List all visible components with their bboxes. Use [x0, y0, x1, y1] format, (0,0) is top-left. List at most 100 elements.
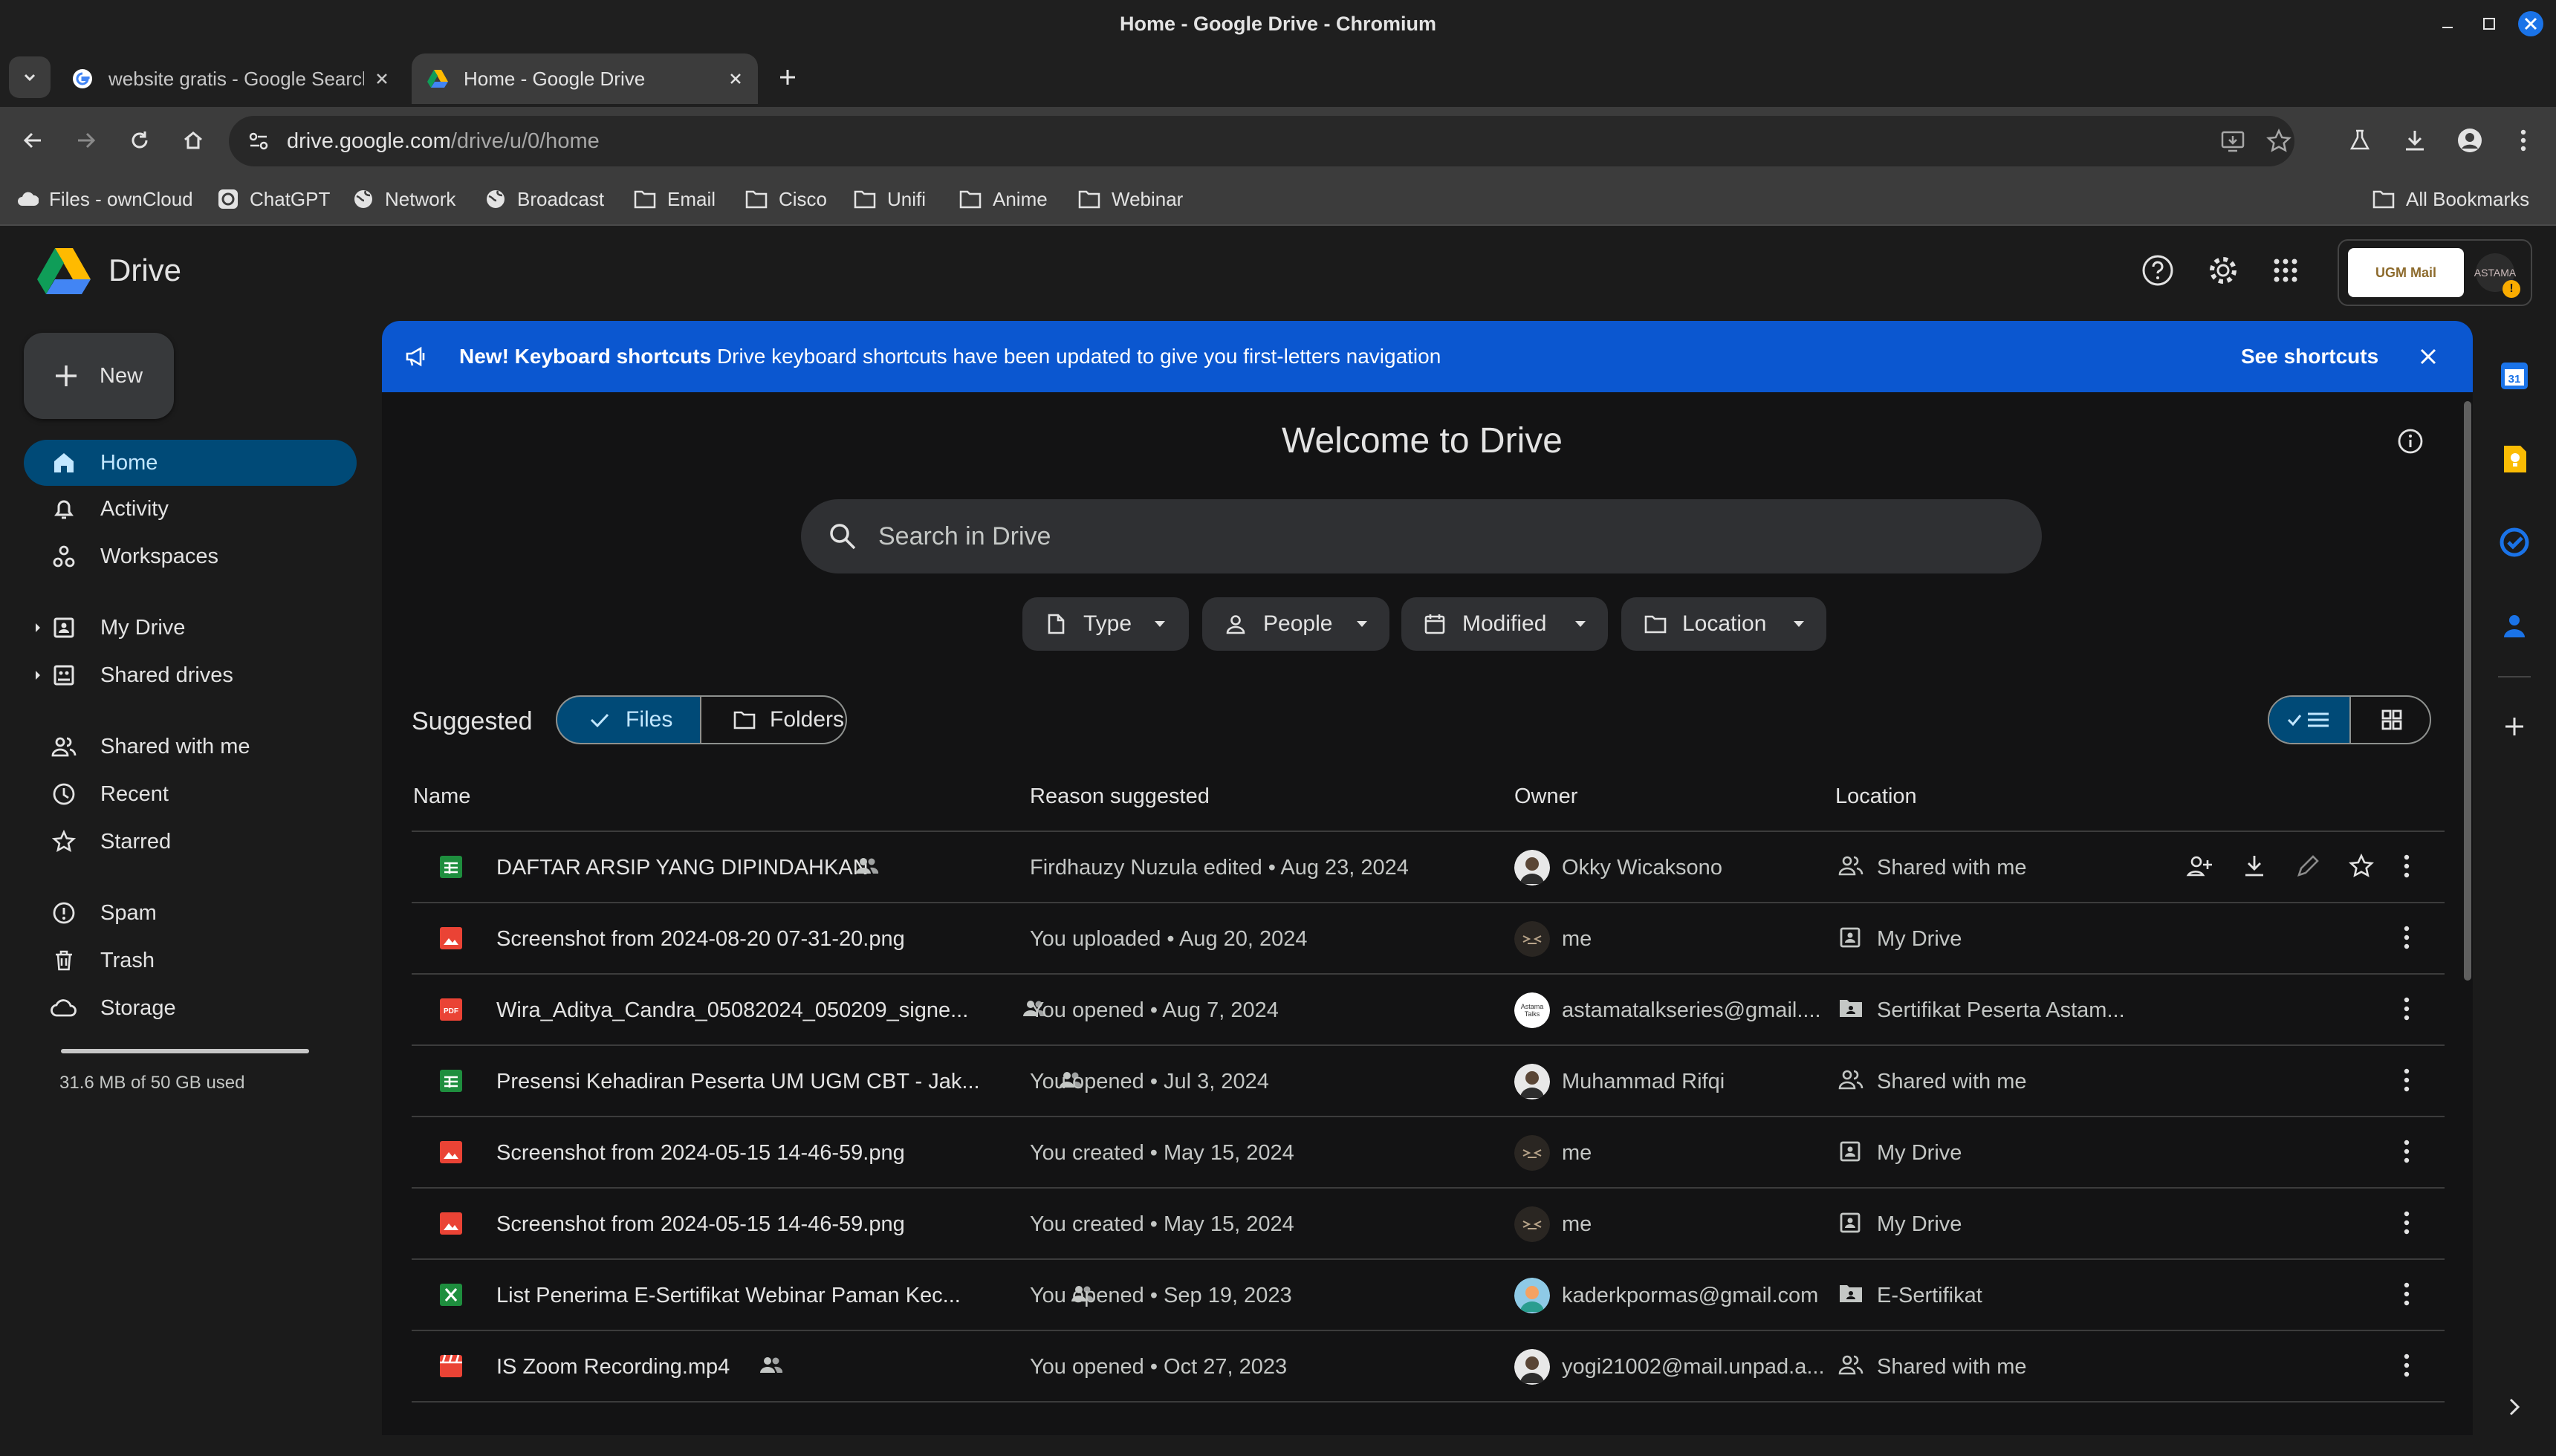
list-view-button[interactable]	[2269, 697, 2351, 743]
table-row[interactable]: IS Zoom Recording.mp4 You opened • Oct 27…	[412, 1331, 2445, 1403]
table-row[interactable]: DAFTAR ARSIP YANG DIPINDAHKAN Firdhauzy N…	[412, 832, 2445, 903]
filter-location[interactable]: Location	[1621, 597, 1826, 651]
drive-logo[interactable]: Drive	[37, 247, 181, 294]
bookmark-folder-unifi[interactable]: Unifi	[853, 183, 926, 215]
scrollbar[interactable]	[2464, 401, 2471, 981]
sidebar-item-spam[interactable]: Spam	[24, 890, 357, 936]
close-tab-icon[interactable]	[728, 71, 743, 86]
more-options-icon[interactable]	[2403, 1352, 2410, 1379]
download-icon[interactable]	[2241, 853, 2268, 880]
bookmark-folder-webinar[interactable]: Webinar	[1077, 183, 1183, 215]
file-location[interactable]: My Drive	[1877, 1141, 1962, 1166]
sidebar-item-workspaces[interactable]: Workspaces	[24, 533, 357, 579]
file-location[interactable]: Shared with me	[1877, 856, 2027, 880]
sidebar-item-storage[interactable]: Storage	[24, 985, 357, 1031]
rename-icon[interactable]	[2294, 853, 2321, 880]
more-options-icon[interactable]	[2403, 853, 2410, 880]
expand-caret-icon[interactable]	[34, 623, 42, 633]
file-location[interactable]: E-Sertifikat	[1877, 1284, 1982, 1308]
forward-icon[interactable]	[65, 120, 107, 161]
maximize-icon[interactable]	[2468, 3, 2510, 45]
file-location[interactable]: Sertifikat Peserta Astam...	[1877, 998, 2125, 1023]
table-row[interactable]: Screenshot from 2024-05-15 14-46-59.png Y…	[412, 1189, 2445, 1260]
sidebar-item-activity[interactable]: Activity	[24, 486, 357, 532]
sidebar-item-recent[interactable]: Recent	[24, 771, 357, 817]
grid-view-button[interactable]	[2351, 697, 2430, 743]
segment-files[interactable]: Files	[556, 695, 701, 744]
file-location[interactable]: Shared with me	[1877, 1355, 2027, 1379]
expand-caret-icon[interactable]	[34, 670, 42, 680]
file-location[interactable]: Shared with me	[1877, 1070, 2027, 1094]
tasks-app-icon[interactable]	[2498, 526, 2531, 559]
more-options-icon[interactable]	[2403, 1209, 2410, 1236]
bookmark-network[interactable]: Network	[352, 183, 455, 215]
bookmark-folder-cisco[interactable]: Cisco	[745, 183, 827, 215]
tab-google-drive[interactable]: Home - Google Drive	[412, 53, 758, 104]
more-options-icon[interactable]	[2403, 1281, 2410, 1307]
contacts-app-icon[interactable]	[2498, 609, 2531, 642]
warning-badge: !	[2503, 280, 2520, 298]
filter-modified[interactable]: Modified	[1401, 597, 1608, 651]
close-window-icon[interactable]	[2510, 3, 2552, 45]
bookmark-star-icon[interactable]	[2266, 129, 2291, 154]
keep-app-icon[interactable]	[2498, 443, 2531, 475]
close-tab-icon[interactable]	[374, 71, 389, 86]
file-location[interactable]: My Drive	[1877, 927, 1962, 952]
get-addons-icon[interactable]	[2498, 710, 2531, 743]
sidebar-item-shared-with-me[interactable]: Shared with me	[24, 724, 357, 770]
labs-icon[interactable]	[2339, 120, 2381, 161]
settings-gear-icon[interactable]	[2201, 248, 2245, 293]
bookmark-chatgpt[interactable]: ChatGPT	[217, 183, 330, 215]
new-tab-icon[interactable]	[767, 56, 808, 98]
segment-folders[interactable]: Folders	[701, 695, 847, 744]
sidebar-item-trash[interactable]: Trash	[24, 937, 357, 984]
table-row[interactable]: PDF Wira_Aditya_Candra_05082024_050209_si…	[412, 975, 2445, 1046]
bookmark-folder-anime[interactable]: Anime	[958, 183, 1048, 215]
bookmark-owncloud[interactable]: Files - ownCloud	[16, 183, 193, 215]
tab-search-icon[interactable]	[9, 56, 51, 98]
minimize-icon[interactable]	[2427, 3, 2468, 45]
shared-people-icon	[856, 858, 879, 874]
search-input[interactable]: Search in Drive	[801, 499, 2042, 573]
table-row[interactable]: Presensi Kehadiran Peserta UM UGM CBT - …	[412, 1046, 2445, 1117]
filter-type[interactable]: Type	[1022, 597, 1189, 651]
new-button[interactable]: New	[24, 333, 174, 419]
calendar-app-icon[interactable]: 31	[2498, 360, 2531, 392]
all-bookmarks[interactable]: All Bookmarks	[2372, 183, 2529, 215]
filter-people[interactable]: People	[1202, 597, 1389, 651]
reload-icon[interactable]	[119, 120, 160, 161]
column-header-name[interactable]: Name	[413, 784, 470, 809]
sidebar-item-starred[interactable]: Starred	[24, 819, 357, 865]
file-location[interactable]: My Drive	[1877, 1212, 1962, 1237]
site-info-icon[interactable]	[247, 129, 270, 153]
table-row[interactable]: Screenshot from 2024-08-20 07-31-20.png Y…	[412, 903, 2445, 975]
download-icon[interactable]	[2394, 120, 2436, 161]
browser-menu-icon[interactable]	[2503, 120, 2544, 161]
star-icon[interactable]	[2348, 853, 2375, 880]
install-app-icon[interactable]	[2220, 129, 2245, 154]
more-options-icon[interactable]	[2403, 995, 2410, 1022]
more-options-icon[interactable]	[2403, 924, 2410, 951]
share-icon[interactable]	[2186, 853, 2213, 880]
see-shortcuts-link[interactable]: See shortcuts	[2241, 345, 2378, 368]
home-browser-icon[interactable]	[172, 120, 214, 161]
more-options-icon[interactable]	[2403, 1067, 2410, 1093]
profile-icon[interactable]	[2449, 120, 2491, 161]
help-icon[interactable]	[2135, 248, 2180, 293]
bookmark-broadcast[interactable]: Broadcast	[484, 183, 604, 215]
sidebar-item-home[interactable]: Home	[24, 440, 357, 486]
tab-google-search[interactable]: website gratis - Google Search	[56, 53, 404, 104]
collapse-panel-icon[interactable]	[2498, 1391, 2531, 1423]
sidebar-item-my-drive[interactable]: My Drive	[24, 605, 357, 651]
address-bar[interactable]: drive.google.com/drive/u/0/home	[229, 116, 2294, 166]
close-icon[interactable]	[2418, 346, 2439, 367]
apps-grid-icon[interactable]	[2263, 248, 2308, 293]
bookmark-folder-email[interactable]: Email	[633, 183, 716, 215]
table-row[interactable]: List Penerima E-Sertifikat Webinar Paman…	[412, 1260, 2445, 1331]
more-options-icon[interactable]	[2403, 1138, 2410, 1165]
back-icon[interactable]	[12, 120, 53, 161]
info-icon[interactable]	[2397, 428, 2424, 455]
table-row[interactable]: Screenshot from 2024-05-15 14-46-59.png Y…	[412, 1117, 2445, 1189]
account-switcher[interactable]: UGM Mail ASTAMA!	[2338, 239, 2532, 306]
sidebar-item-shared-drives[interactable]: Shared drives	[24, 652, 357, 698]
